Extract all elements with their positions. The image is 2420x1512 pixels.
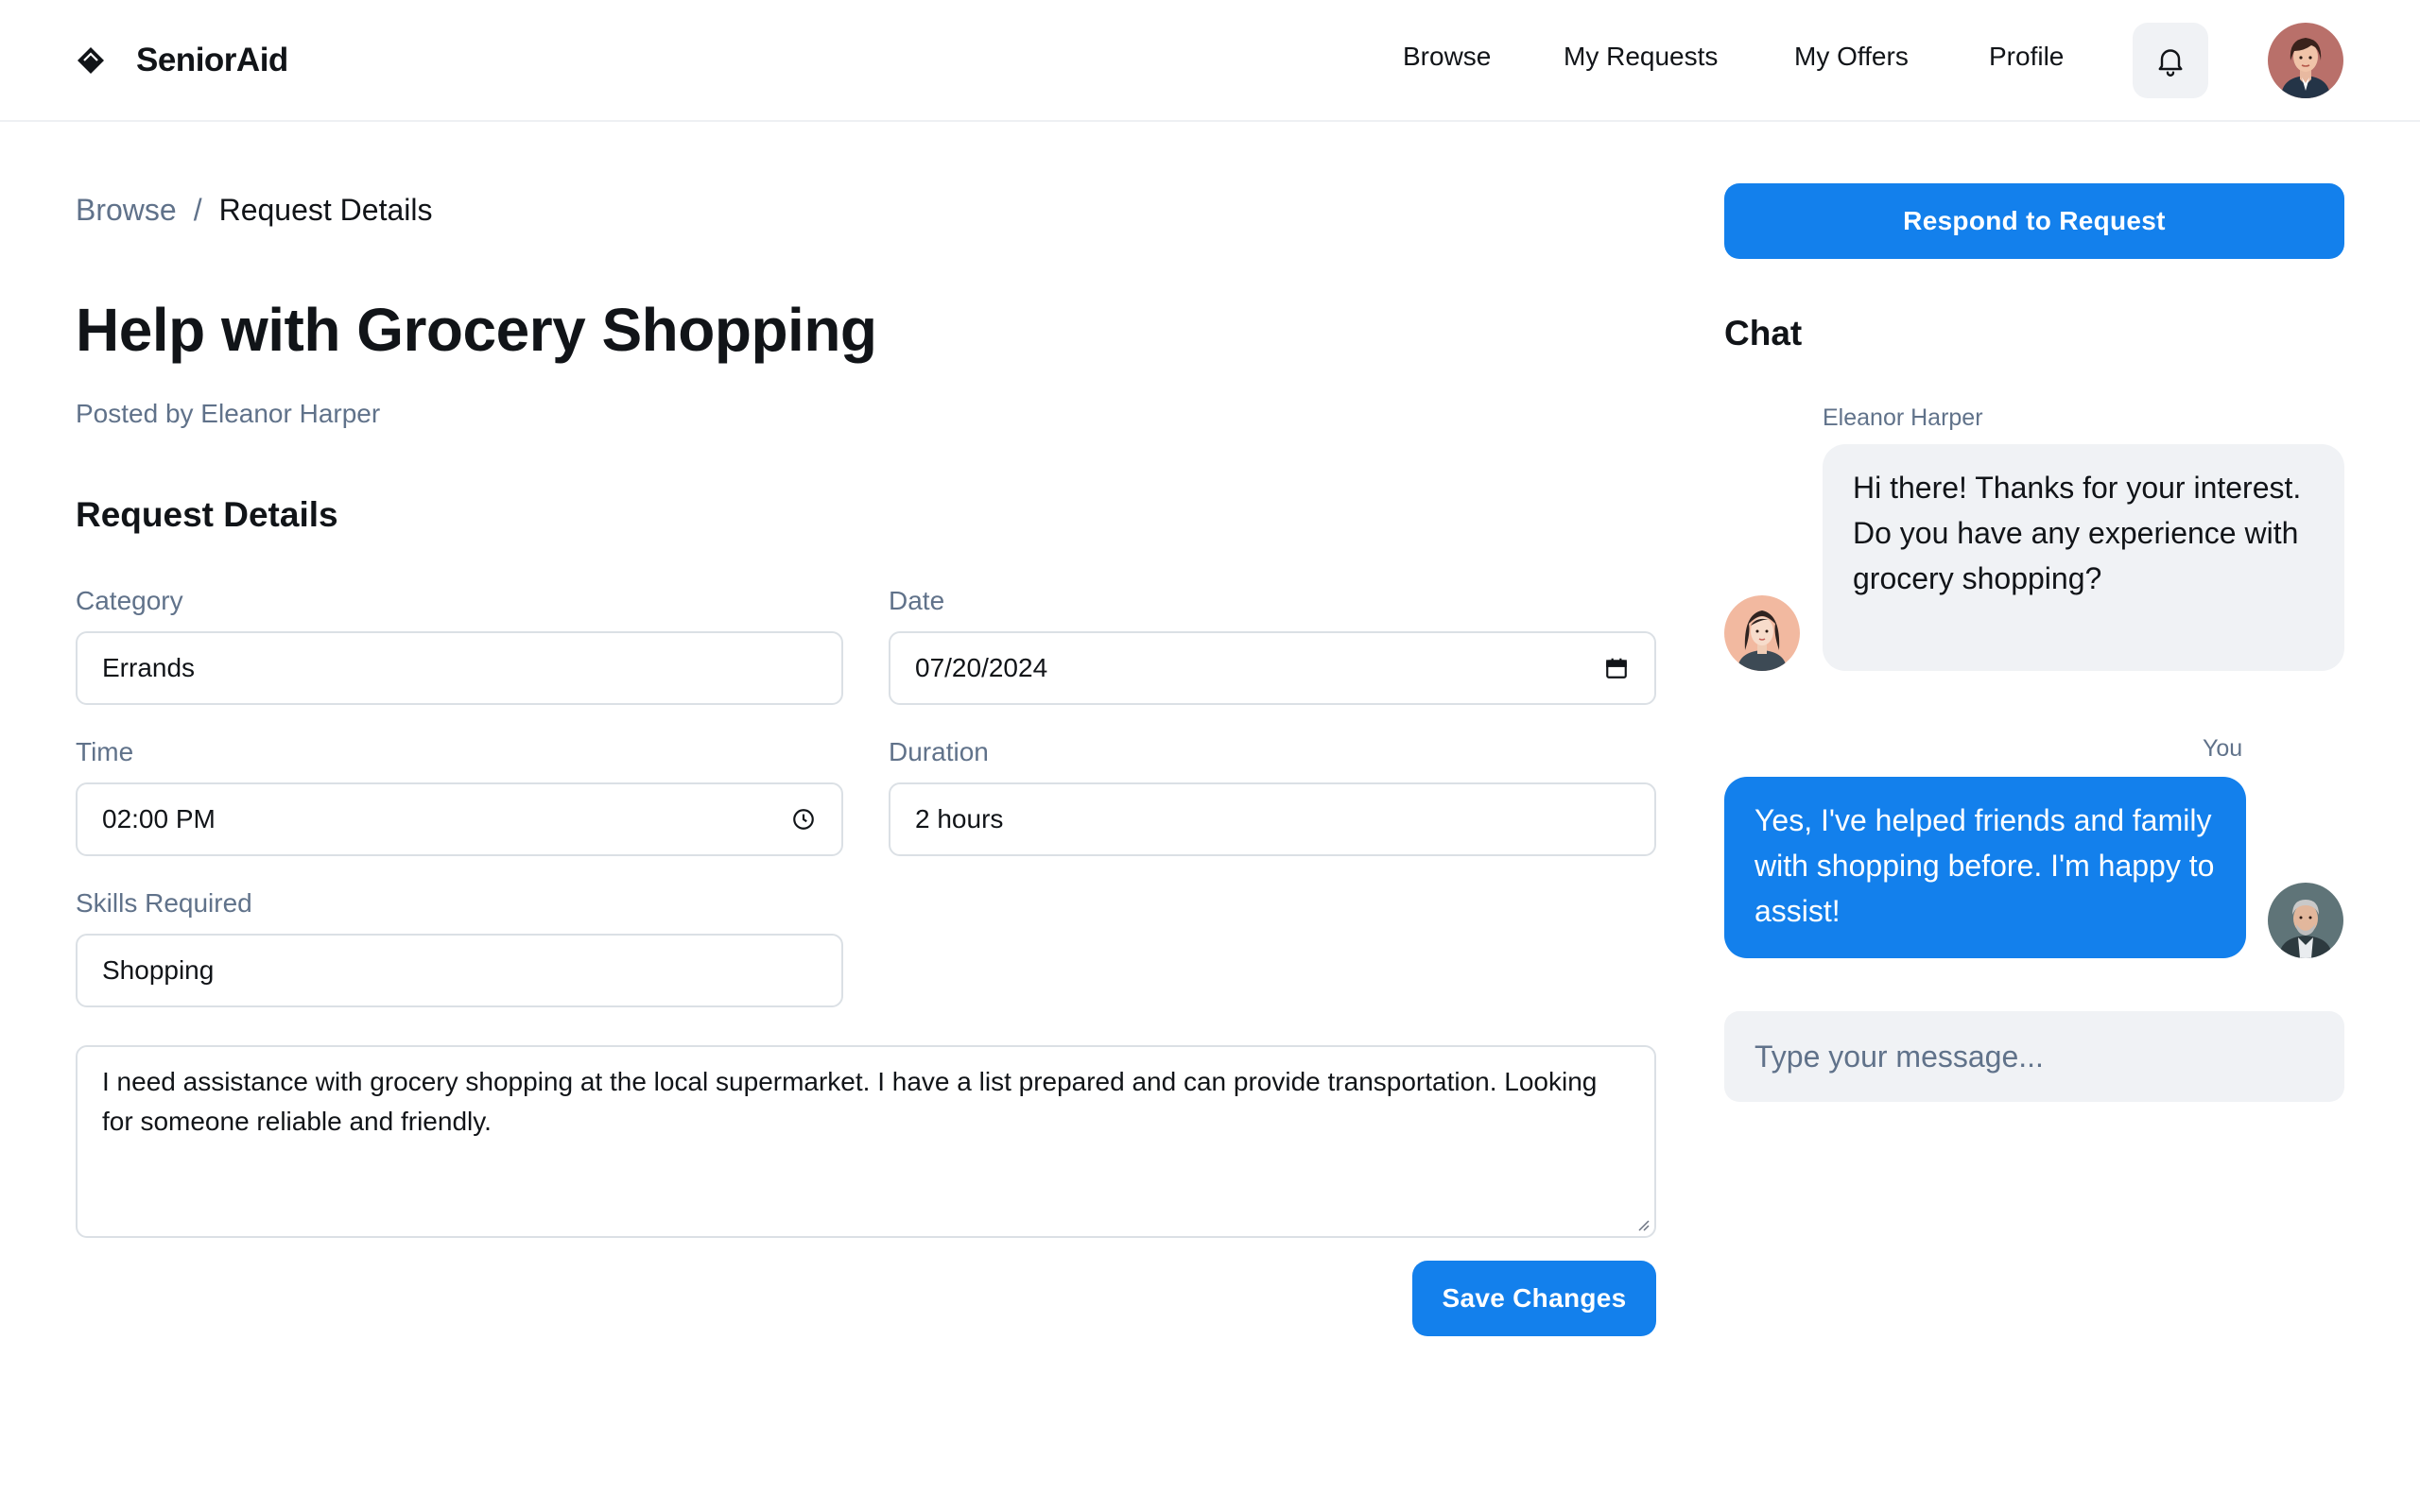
skills-label: Skills Required: [76, 888, 252, 918]
avatar-woman-image: [2268, 23, 2343, 98]
resize-handle-icon[interactable]: [1635, 1217, 1651, 1232]
chat-title: Chat: [1724, 314, 1803, 352]
top-navbar: SeniorAid Browse My Requests My Offers P…: [0, 0, 2420, 122]
chat-avatar-eleanor: [1724, 595, 1800, 671]
breadcrumb: Browse / Request Details: [76, 193, 432, 228]
nav-my-offers[interactable]: My Offers: [1794, 42, 1909, 72]
brand[interactable]: SeniorAid: [76, 36, 288, 85]
skills-value: Shopping: [102, 955, 215, 985]
time-label: Time: [76, 737, 134, 766]
diamond-logo-icon: [78, 47, 104, 74]
breadcrumb-current: Request Details: [218, 193, 433, 227]
duration-value: 2 hours: [915, 804, 1004, 833]
chat-avatar-you: [2268, 883, 2343, 958]
time-field[interactable]: 02:00 PM: [76, 782, 843, 856]
nav-my-requests[interactable]: My Requests: [1564, 42, 1718, 72]
category-value: Errands: [102, 653, 196, 682]
user-avatar[interactable]: [2268, 23, 2343, 98]
description-textarea[interactable]: I need assistance with grocery shopping …: [76, 1045, 1656, 1238]
bell-icon: [2158, 49, 2183, 77]
calendar-icon[interactable]: [1603, 655, 1630, 681]
skills-field[interactable]: Shopping: [76, 934, 843, 1007]
duration-label: Duration: [889, 737, 989, 766]
duration-field[interactable]: 2 hours: [889, 782, 1656, 856]
clock-icon[interactable]: [790, 806, 817, 833]
brand-name: SeniorAid: [136, 42, 288, 78]
breadcrumb-browse-link[interactable]: Browse: [76, 193, 177, 228]
save-changes-button[interactable]: Save Changes: [1412, 1261, 1656, 1336]
avatar-eleanor-image: [1724, 595, 1800, 671]
category-label: Category: [76, 586, 183, 615]
chat-message-outgoing: Yes, I've helped friends and family with…: [1724, 777, 2246, 958]
section-title-request-details: Request Details: [76, 495, 338, 534]
avatar-man-image: [2268, 883, 2343, 958]
date-label: Date: [889, 586, 945, 615]
description-text: I need assistance with grocery shopping …: [102, 1067, 1598, 1136]
message-sender-you: You: [2203, 735, 2243, 762]
nav-profile[interactable]: Profile: [1989, 42, 2064, 72]
message-sender-eleanor: Eleanor Harper: [1823, 404, 1983, 431]
respond-to-request-button[interactable]: Respond to Request: [1724, 183, 2344, 259]
notifications-button[interactable]: [2133, 23, 2208, 98]
chat-message-input[interactable]: [1724, 1011, 2344, 1102]
category-field[interactable]: Errands: [76, 631, 843, 705]
date-value: 07/20/2024: [915, 653, 1048, 682]
nav-browse[interactable]: Browse: [1403, 42, 1491, 72]
chat-message-incoming: Hi there! Thanks for your interest. Do y…: [1823, 444, 2344, 671]
breadcrumb-separator: /: [193, 193, 202, 227]
page-title: Help with Grocery Shopping: [76, 296, 877, 364]
date-field[interactable]: 07/20/2024: [889, 631, 1656, 705]
time-value: 02:00 PM: [102, 804, 216, 833]
posted-by: Posted by Eleanor Harper: [76, 399, 381, 428]
